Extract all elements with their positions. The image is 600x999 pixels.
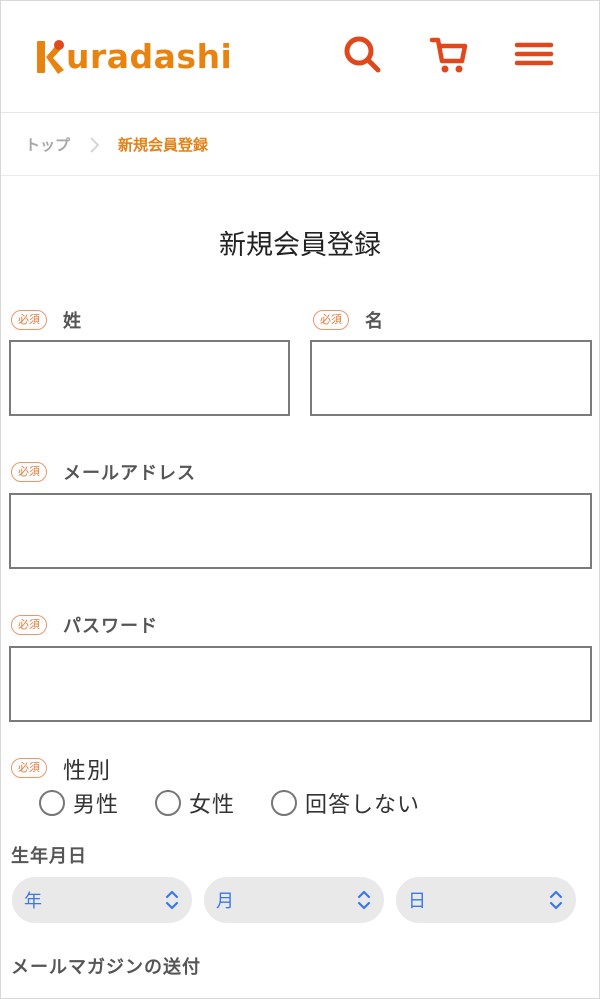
birth-day-select[interactable]: 日 [396,877,576,923]
page: uradashi トップ 新規会員登録 新規会員登録 必須 姓 必須 名 必須 … [0,0,600,999]
cart-icon[interactable] [426,31,472,77]
gender-option-no-answer[interactable]: 回答しない [271,787,420,819]
breadcrumb-current: 新規会員登録 [118,136,209,154]
gender-option-label: 女性 [189,793,236,818]
first-name-label: 必須 名 [313,307,384,333]
password-input[interactable] [9,646,592,722]
gender-option-label: 回答しない [305,793,421,818]
gender-option-male[interactable]: 男性 [39,787,119,819]
kuradashi-logo[interactable]: uradashi [35,31,232,77]
radio-button[interactable] [155,790,182,816]
required-badge: 必須 [313,310,349,330]
logo-k-mark [37,40,64,74]
chevron-right-icon [90,136,100,153]
email-label: 必須 メールアドレス [11,459,196,485]
radio-button[interactable] [271,790,298,816]
breadcrumb: トップ 新規会員登録 [1,114,599,176]
birth-year-value: 年 [24,891,42,912]
last-name-label-text: 姓 [63,311,82,332]
menu-icon[interactable] [511,31,557,77]
birth-month-value: 月 [216,891,234,912]
required-badge: 必須 [11,462,47,482]
chevron-up-down-icon [357,890,371,910]
site-header: uradashi [1,1,599,113]
gender-label-text: 性別 [63,758,111,784]
required-badge: 必須 [11,758,47,778]
birth-day-value: 日 [408,891,426,912]
email-input[interactable] [9,493,592,569]
email-label-text: メールアドレス [63,463,196,484]
password-label-text: パスワード [63,616,158,637]
birth-month-select[interactable]: 月 [204,877,384,923]
birthdate-label: 生年月日 [11,846,87,867]
gender-option-label: 男性 [73,793,120,818]
chevron-up-down-icon [165,890,179,910]
password-label: 必須 パスワード [11,612,158,638]
search-icon[interactable] [339,31,385,77]
first-name-label-text: 名 [365,311,384,332]
gender-label: 必須 性別 [11,751,111,785]
last-name-label: 必須 姓 [11,307,82,333]
birth-year-select[interactable]: 年 [12,877,192,923]
gender-radio-group: 男性 女性 回答しない [39,787,456,819]
required-badge: 必須 [11,310,47,330]
logo-text: uradashi [66,37,233,76]
last-name-input[interactable] [9,340,290,416]
chevron-up-down-icon [549,890,563,910]
required-badge: 必須 [11,615,47,635]
radio-button[interactable] [39,790,65,816]
gender-option-female[interactable]: 女性 [155,787,235,819]
newsletter-label: メールマガジンの送付 [11,957,201,978]
page-title: 新規会員登録 [219,230,381,261]
breadcrumb-home-link[interactable]: トップ [25,134,70,155]
first-name-input[interactable] [310,340,592,416]
